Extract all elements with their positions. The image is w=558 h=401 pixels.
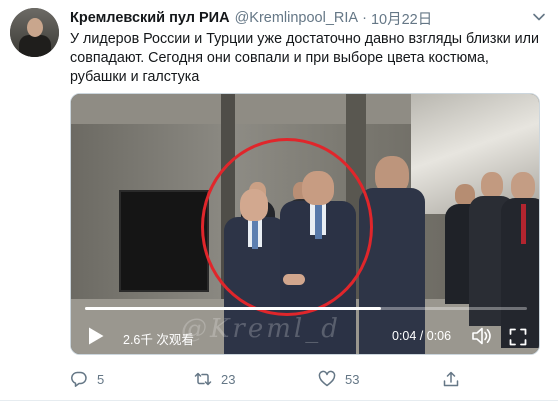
fullscreen-icon[interactable] (509, 328, 527, 346)
video-player[interactable]: @Kreml_d 2.6千 次观看 0:04 / 0:06 (70, 93, 540, 355)
video-watermark: @Kreml_d (181, 314, 341, 344)
retweet-button[interactable]: 23 (194, 368, 235, 390)
display-name[interactable]: Кремлевский пул РИА (70, 10, 230, 26)
avatar-figure-head (27, 18, 43, 37)
like-button[interactable]: 53 (318, 368, 359, 390)
avatar-figure-body (19, 35, 51, 57)
chevron-down-icon[interactable] (532, 10, 546, 24)
volume-icon[interactable] (471, 326, 493, 346)
reply-count: 5 (97, 371, 105, 387)
like-count: 53 (345, 371, 360, 387)
like-icon (318, 370, 336, 387)
avatar[interactable] (10, 8, 59, 57)
play-icon[interactable] (87, 326, 105, 346)
video-progress-fill (85, 307, 382, 310)
video-progress-bar[interactable] (85, 307, 527, 310)
highlight-circle (201, 138, 373, 316)
tweet-card[interactable]: Кремлевский пул РИА @Kremlinpool_RIA · 1… (0, 0, 558, 401)
tweet-header: Кремлевский пул РИА @Kremlinpool_RIA · 1… (70, 8, 432, 28)
tweet-date[interactable]: 10月22日 (371, 8, 432, 29)
share-icon (443, 371, 459, 387)
user-handle[interactable]: @Kremlinpool_RIA (235, 10, 359, 26)
reply-button[interactable]: 5 (70, 368, 104, 390)
separator-dot: · (362, 10, 367, 26)
reply-icon (71, 371, 87, 387)
tweet-actions: 5 23 53 (70, 368, 530, 390)
tweet-text: У лидеров России и Турции уже достаточно… (70, 31, 539, 85)
retweet-icon (194, 372, 212, 386)
share-button[interactable] (442, 368, 460, 390)
video-time: 0:04 / 0:06 (392, 329, 452, 343)
retweet-count: 23 (221, 371, 236, 387)
scene-tv-screen (119, 190, 209, 292)
view-count: 2.6千 次观看 (123, 333, 194, 347)
